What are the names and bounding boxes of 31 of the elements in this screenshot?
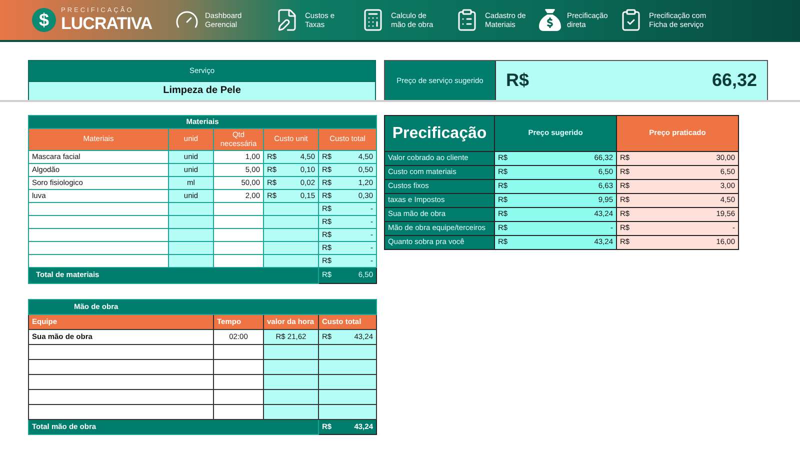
table-cell (214, 202, 264, 216)
table-cell (168, 228, 214, 242)
table-cell (168, 254, 214, 268)
table-cell (214, 216, 264, 228)
table-cell (214, 228, 264, 242)
table-cell (318, 360, 376, 374)
table-cell (264, 360, 318, 374)
table-cell (214, 374, 264, 390)
logo-title: LUCRATIVA (61, 14, 152, 32)
table-cell (168, 216, 214, 228)
table-cell (214, 360, 264, 374)
table-cell (318, 374, 376, 390)
money-bag-icon (539, 9, 561, 31)
table-cell (264, 374, 318, 390)
table-cell (264, 344, 318, 360)
table-cell (168, 242, 214, 254)
pricing-title: Precificação (384, 116, 494, 152)
service-name: Limpeza de Pele (28, 82, 376, 100)
table-cell (214, 242, 264, 254)
table-cell (264, 390, 318, 404)
table-cell (214, 390, 264, 404)
table-cell (214, 344, 264, 360)
currency-symbol: R$ (506, 70, 530, 91)
suggested-price-value: 66,32 (712, 70, 757, 91)
table-cell (214, 254, 264, 268)
table-cell (318, 390, 376, 404)
table-cell (318, 404, 376, 420)
table-cell (264, 404, 318, 420)
logo-icon: $ (32, 8, 56, 32)
table-cell (168, 202, 214, 216)
table-cell (214, 404, 264, 420)
